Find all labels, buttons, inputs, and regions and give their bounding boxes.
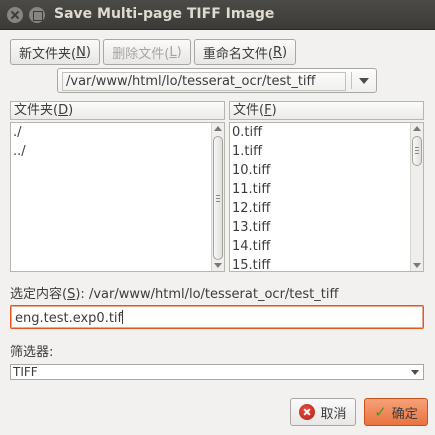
rename-file-mnemonic: R xyxy=(272,44,283,60)
files-list[interactable]: 0.tiff 1.tiff 10.tiff 11.tiff 12.tiff 13… xyxy=(229,122,424,272)
rename-file-label: 重命名文件( xyxy=(202,46,273,62)
files-header-label: 文件( xyxy=(233,103,265,118)
text-caret xyxy=(122,310,124,324)
selection-label-text: 选定内容( xyxy=(10,287,68,302)
path-combo[interactable]: /var/www/html/lo/tesserat_ocr/test_tiff xyxy=(57,68,377,93)
list-item[interactable]: 0.tiff xyxy=(230,123,423,142)
selection-path: /var/www/html/lo/tesserat_ocr/test_tiff xyxy=(88,287,339,302)
folders-list[interactable]: ./ ../ xyxy=(10,122,225,272)
selection-label-paren: ): xyxy=(75,287,85,302)
new-folder-label: 新文件夹( xyxy=(19,46,77,62)
files-header[interactable]: 文件(F) xyxy=(229,101,424,120)
scroll-down-icon[interactable] xyxy=(214,263,222,268)
rename-file-paren: ) xyxy=(282,44,288,60)
filename-value: eng.test.exp0.tif xyxy=(15,311,123,326)
list-item[interactable]: 11.tiff xyxy=(230,180,423,199)
scroll-up-icon[interactable] xyxy=(214,126,222,131)
delete-file-mnemonic: L xyxy=(169,44,177,60)
chevron-down-icon[interactable] xyxy=(359,78,369,84)
combo-separator xyxy=(351,72,352,89)
checkmark-icon: ✓ xyxy=(374,403,387,421)
list-item[interactable]: 10.tiff xyxy=(230,161,423,180)
scrollbar-thumb[interactable] xyxy=(213,136,223,260)
delete-file-label: 删除文件( xyxy=(112,46,170,62)
title-bar: Save Multi-page TIFF Image xyxy=(0,0,435,30)
cancel-icon xyxy=(299,404,316,420)
list-item[interactable]: 1.tiff xyxy=(230,142,423,161)
maximize-window-icon[interactable] xyxy=(29,7,45,23)
filter-select[interactable]: TIFF xyxy=(10,364,424,380)
folders-header-label: 文件夹( xyxy=(14,103,59,118)
list-item[interactable]: 15.tiff xyxy=(230,256,423,271)
list-item[interactable]: 13.tiff xyxy=(230,218,423,237)
selection-label: 选定内容(S): /var/www/html/lo/tesserat_ocr/t… xyxy=(10,283,338,302)
cancel-button[interactable]: 取消 xyxy=(290,398,356,426)
path-combo-value: /var/www/html/lo/tesserat_ocr/test_tiff xyxy=(62,72,346,91)
chevron-down-icon[interactable] xyxy=(411,370,419,375)
filter-selected-value: TIFF xyxy=(13,365,38,379)
close-window-icon[interactable] xyxy=(7,7,23,23)
folders-header[interactable]: 文件夹(D) xyxy=(10,101,225,120)
new-folder-mnemonic: N xyxy=(76,44,86,60)
folders-header-paren: ) xyxy=(68,103,74,118)
files-scrollbar[interactable] xyxy=(410,123,423,271)
filename-input[interactable]: eng.test.exp0.tif xyxy=(10,305,424,329)
save-dialog: Save Multi-page TIFF Image 新文件夹(N) 删除文件(… xyxy=(0,0,435,435)
ok-label: 确定 xyxy=(391,406,418,422)
cancel-label: 取消 xyxy=(320,406,347,422)
folders-scrollbar[interactable] xyxy=(211,123,224,271)
rename-file-button[interactable]: 重命名文件(R) xyxy=(194,39,296,65)
ok-button[interactable]: ✓ 确定 xyxy=(364,398,428,426)
delete-file-paren: ) xyxy=(176,44,182,60)
list-item[interactable]: ../ xyxy=(11,142,224,161)
new-folder-button[interactable]: 新文件夹(N) xyxy=(10,39,100,65)
files-header-paren: ) xyxy=(271,103,277,118)
filter-label: 筛选器: xyxy=(10,345,54,360)
files-header-mnemonic: F xyxy=(264,103,272,118)
scrollbar-thumb[interactable] xyxy=(412,136,422,166)
folders-header-mnemonic: D xyxy=(58,103,69,118)
window-title: Save Multi-page TIFF Image xyxy=(54,6,275,22)
new-folder-paren: ) xyxy=(85,44,91,60)
list-item[interactable]: ./ xyxy=(11,123,224,142)
scroll-down-icon[interactable] xyxy=(413,263,421,268)
delete-file-button[interactable]: 删除文件(L) xyxy=(103,39,191,65)
list-item[interactable]: 14.tiff xyxy=(230,237,423,256)
list-item[interactable]: 12.tiff xyxy=(230,199,423,218)
scroll-up-icon[interactable] xyxy=(413,126,421,131)
